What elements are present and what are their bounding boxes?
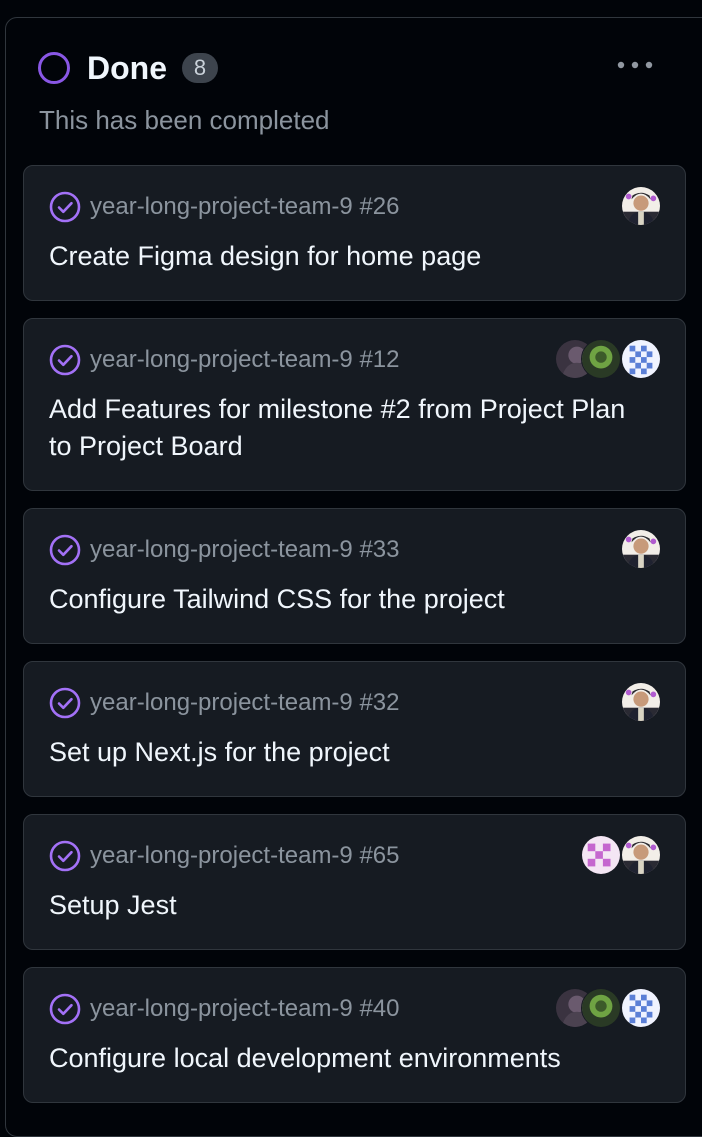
issue-reference-link[interactable]: year-long-project-team-9 #33 xyxy=(90,533,399,567)
issue-reference-link[interactable]: year-long-project-team-9 #26 xyxy=(90,190,399,224)
column-header: Done 8 This has been completed xyxy=(6,18,702,158)
issue-title[interactable]: Add Features for milestone #2 from Proje… xyxy=(49,391,639,465)
assignee-avatars[interactable] xyxy=(555,988,661,1030)
avatar[interactable] xyxy=(581,988,621,1028)
card-meta: year-long-project-team-9 #65 xyxy=(49,839,399,873)
issue-reference-link[interactable]: year-long-project-team-9 #32 xyxy=(90,686,399,720)
avatar[interactable] xyxy=(621,988,661,1028)
issue-closed-check-icon xyxy=(49,534,81,566)
issue-closed-check-icon xyxy=(49,687,81,719)
avatar[interactable] xyxy=(621,339,661,379)
card-meta: year-long-project-team-9 #40 xyxy=(49,992,399,1026)
issue-reference-link[interactable]: year-long-project-team-9 #40 xyxy=(90,992,399,1026)
issue-title[interactable]: Configure local development environments xyxy=(49,1040,639,1077)
card-meta: year-long-project-team-9 #12 xyxy=(49,343,399,377)
issue-title[interactable]: Set up Next.js for the project xyxy=(49,734,639,771)
issue-title[interactable]: Create Figma design for home page xyxy=(49,238,639,275)
avatar[interactable] xyxy=(581,835,621,875)
assignee-avatars[interactable] xyxy=(581,835,661,877)
avatar[interactable] xyxy=(621,529,661,569)
kebab-horizontal-icon xyxy=(617,61,653,69)
avatar[interactable] xyxy=(621,835,661,875)
issue-card[interactable]: year-long-project-team-9 #12 Add Features… xyxy=(23,318,686,491)
card-list: year-long-project-team-9 #26 Create Figma… xyxy=(23,165,686,1120)
avatar[interactable] xyxy=(621,186,661,226)
avatar[interactable] xyxy=(581,339,621,379)
assignee-avatars[interactable] xyxy=(621,682,661,724)
column-title: Done xyxy=(87,50,167,86)
issue-closed-check-icon xyxy=(49,344,81,376)
column-more-button[interactable] xyxy=(610,52,660,78)
issue-title[interactable]: Configure Tailwind CSS for the project xyxy=(49,581,639,618)
issue-card[interactable]: year-long-project-team-9 #32 Set up Next.… xyxy=(23,661,686,797)
card-meta: year-long-project-team-9 #26 xyxy=(49,190,399,224)
issue-reference-link[interactable]: year-long-project-team-9 #12 xyxy=(90,343,399,377)
issue-closed-check-icon xyxy=(49,191,81,223)
card-meta: year-long-project-team-9 #33 xyxy=(49,533,399,567)
status-circle-icon xyxy=(38,52,70,84)
issue-card[interactable]: year-long-project-team-9 #26 Create Figma… xyxy=(23,165,686,301)
assignee-avatars[interactable] xyxy=(621,186,661,228)
issue-card[interactable]: year-long-project-team-9 #40 Configure lo… xyxy=(23,967,686,1103)
item-count-badge: 8 xyxy=(182,53,218,83)
issue-card[interactable]: year-long-project-team-9 #65 Setup Jest xyxy=(23,814,686,950)
issue-reference-link[interactable]: year-long-project-team-9 #65 xyxy=(90,839,399,873)
issue-closed-check-icon xyxy=(49,993,81,1025)
issue-title[interactable]: Setup Jest xyxy=(49,887,639,924)
board-column-done: Done 8 This has been completed year-long… xyxy=(5,17,702,1137)
issue-closed-check-icon xyxy=(49,840,81,872)
issue-card[interactable]: year-long-project-team-9 #33 Configure Ta… xyxy=(23,508,686,644)
card-meta: year-long-project-team-9 #32 xyxy=(49,686,399,720)
avatar[interactable] xyxy=(621,682,661,722)
assignee-avatars[interactable] xyxy=(621,529,661,571)
column-description: This has been completed xyxy=(39,105,330,135)
assignee-avatars[interactable] xyxy=(555,339,661,381)
